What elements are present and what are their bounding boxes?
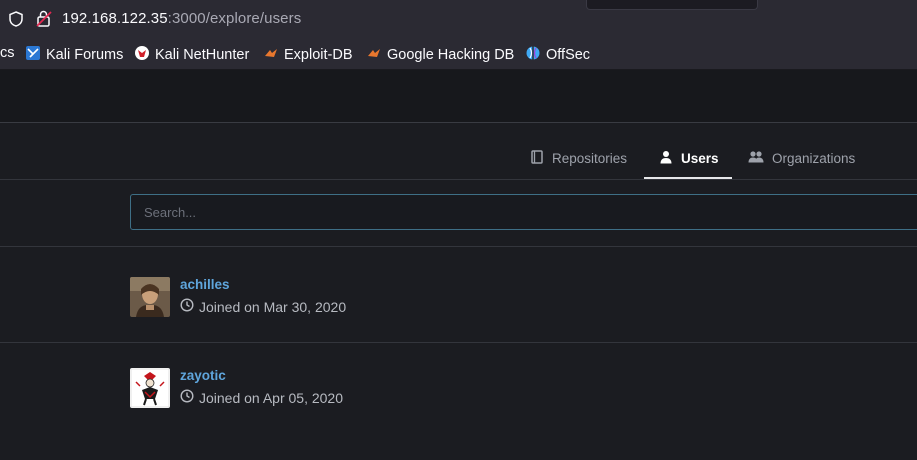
bookmark-label: Exploit-DB — [284, 47, 353, 63]
url-path: :3000/explore/users — [167, 10, 302, 27]
join-date-text: Joined on Apr 05, 2020 — [199, 389, 344, 406]
shield-icon[interactable] — [9, 11, 23, 32]
tab-repositories[interactable]: Repositories — [530, 150, 627, 167]
join-date-text: Joined on Mar 30, 2020 — [199, 298, 347, 315]
bookmark-label: OffSec — [546, 47, 591, 63]
divider — [0, 246, 917, 247]
people-icon — [748, 150, 772, 167]
site-header — [0, 70, 917, 123]
bookmark-offsec[interactable]: OffSec — [525, 45, 590, 65]
explore-tabs: Repositories Users Organizations — [0, 123, 917, 180]
bookmark-label: Kali NetHunter — [155, 47, 250, 63]
person-icon — [659, 150, 681, 167]
search-input[interactable] — [130, 194, 917, 230]
avatar[interactable] — [130, 277, 170, 317]
tab-label: Organizations — [772, 151, 856, 166]
url-text[interactable]: 192.168.122.35:3000/explore/users — [62, 10, 301, 27]
bookmarks-toolbar: cs Kali Forums Kali NetHunter Exploit-DB — [0, 38, 917, 70]
exploit-db-icon — [263, 45, 284, 65]
insecure-lock-icon[interactable] — [36, 10, 52, 33]
active-tab-indicator — [644, 177, 732, 179]
bookmark-google-hacking-db[interactable]: Google Hacking DB — [366, 45, 514, 65]
username-link[interactable]: achilles — [180, 277, 230, 292]
ghdb-icon — [366, 45, 387, 65]
kali-nethunter-icon — [134, 45, 155, 65]
url-host: 192.168.122.35 — [62, 10, 168, 27]
username-link[interactable]: zayotic — [180, 368, 226, 383]
list-item-user: achilles Joined on Mar 30, 2020 — [130, 277, 890, 321]
tab-users[interactable]: Users — [659, 150, 719, 167]
divider — [0, 342, 917, 343]
kali-forums-icon — [25, 45, 46, 65]
browser-url-bar[interactable]: 192.168.122.35:3000/explore/users — [0, 0, 917, 38]
list-item-user: zayotic Joined on Apr 05, 2020 — [130, 368, 890, 412]
book-icon — [530, 150, 552, 167]
bookmark-label: cs — [0, 45, 15, 61]
tab-label: Users — [681, 151, 719, 166]
tab-label: Repositories — [552, 151, 628, 166]
bookmark-kali-forums[interactable]: Kali Forums — [25, 45, 123, 65]
join-date: Joined on Mar 30, 2020 — [180, 298, 346, 315]
join-date: Joined on Apr 05, 2020 — [180, 389, 343, 406]
bookmark-exploit-db[interactable]: Exploit-DB — [263, 45, 353, 65]
bookmark-truncated[interactable]: cs — [0, 45, 15, 61]
bookmark-kali-nethunter[interactable]: Kali NetHunter — [134, 45, 249, 65]
bookmark-label: Kali Forums — [46, 47, 124, 63]
avatar[interactable] — [130, 368, 170, 408]
offsec-icon — [525, 45, 546, 65]
clock-icon — [180, 389, 199, 406]
tooltip-popup — [586, 0, 758, 10]
bookmark-label: Google Hacking DB — [387, 47, 515, 63]
tab-organizations[interactable]: Organizations — [748, 150, 855, 167]
clock-icon — [180, 298, 199, 315]
